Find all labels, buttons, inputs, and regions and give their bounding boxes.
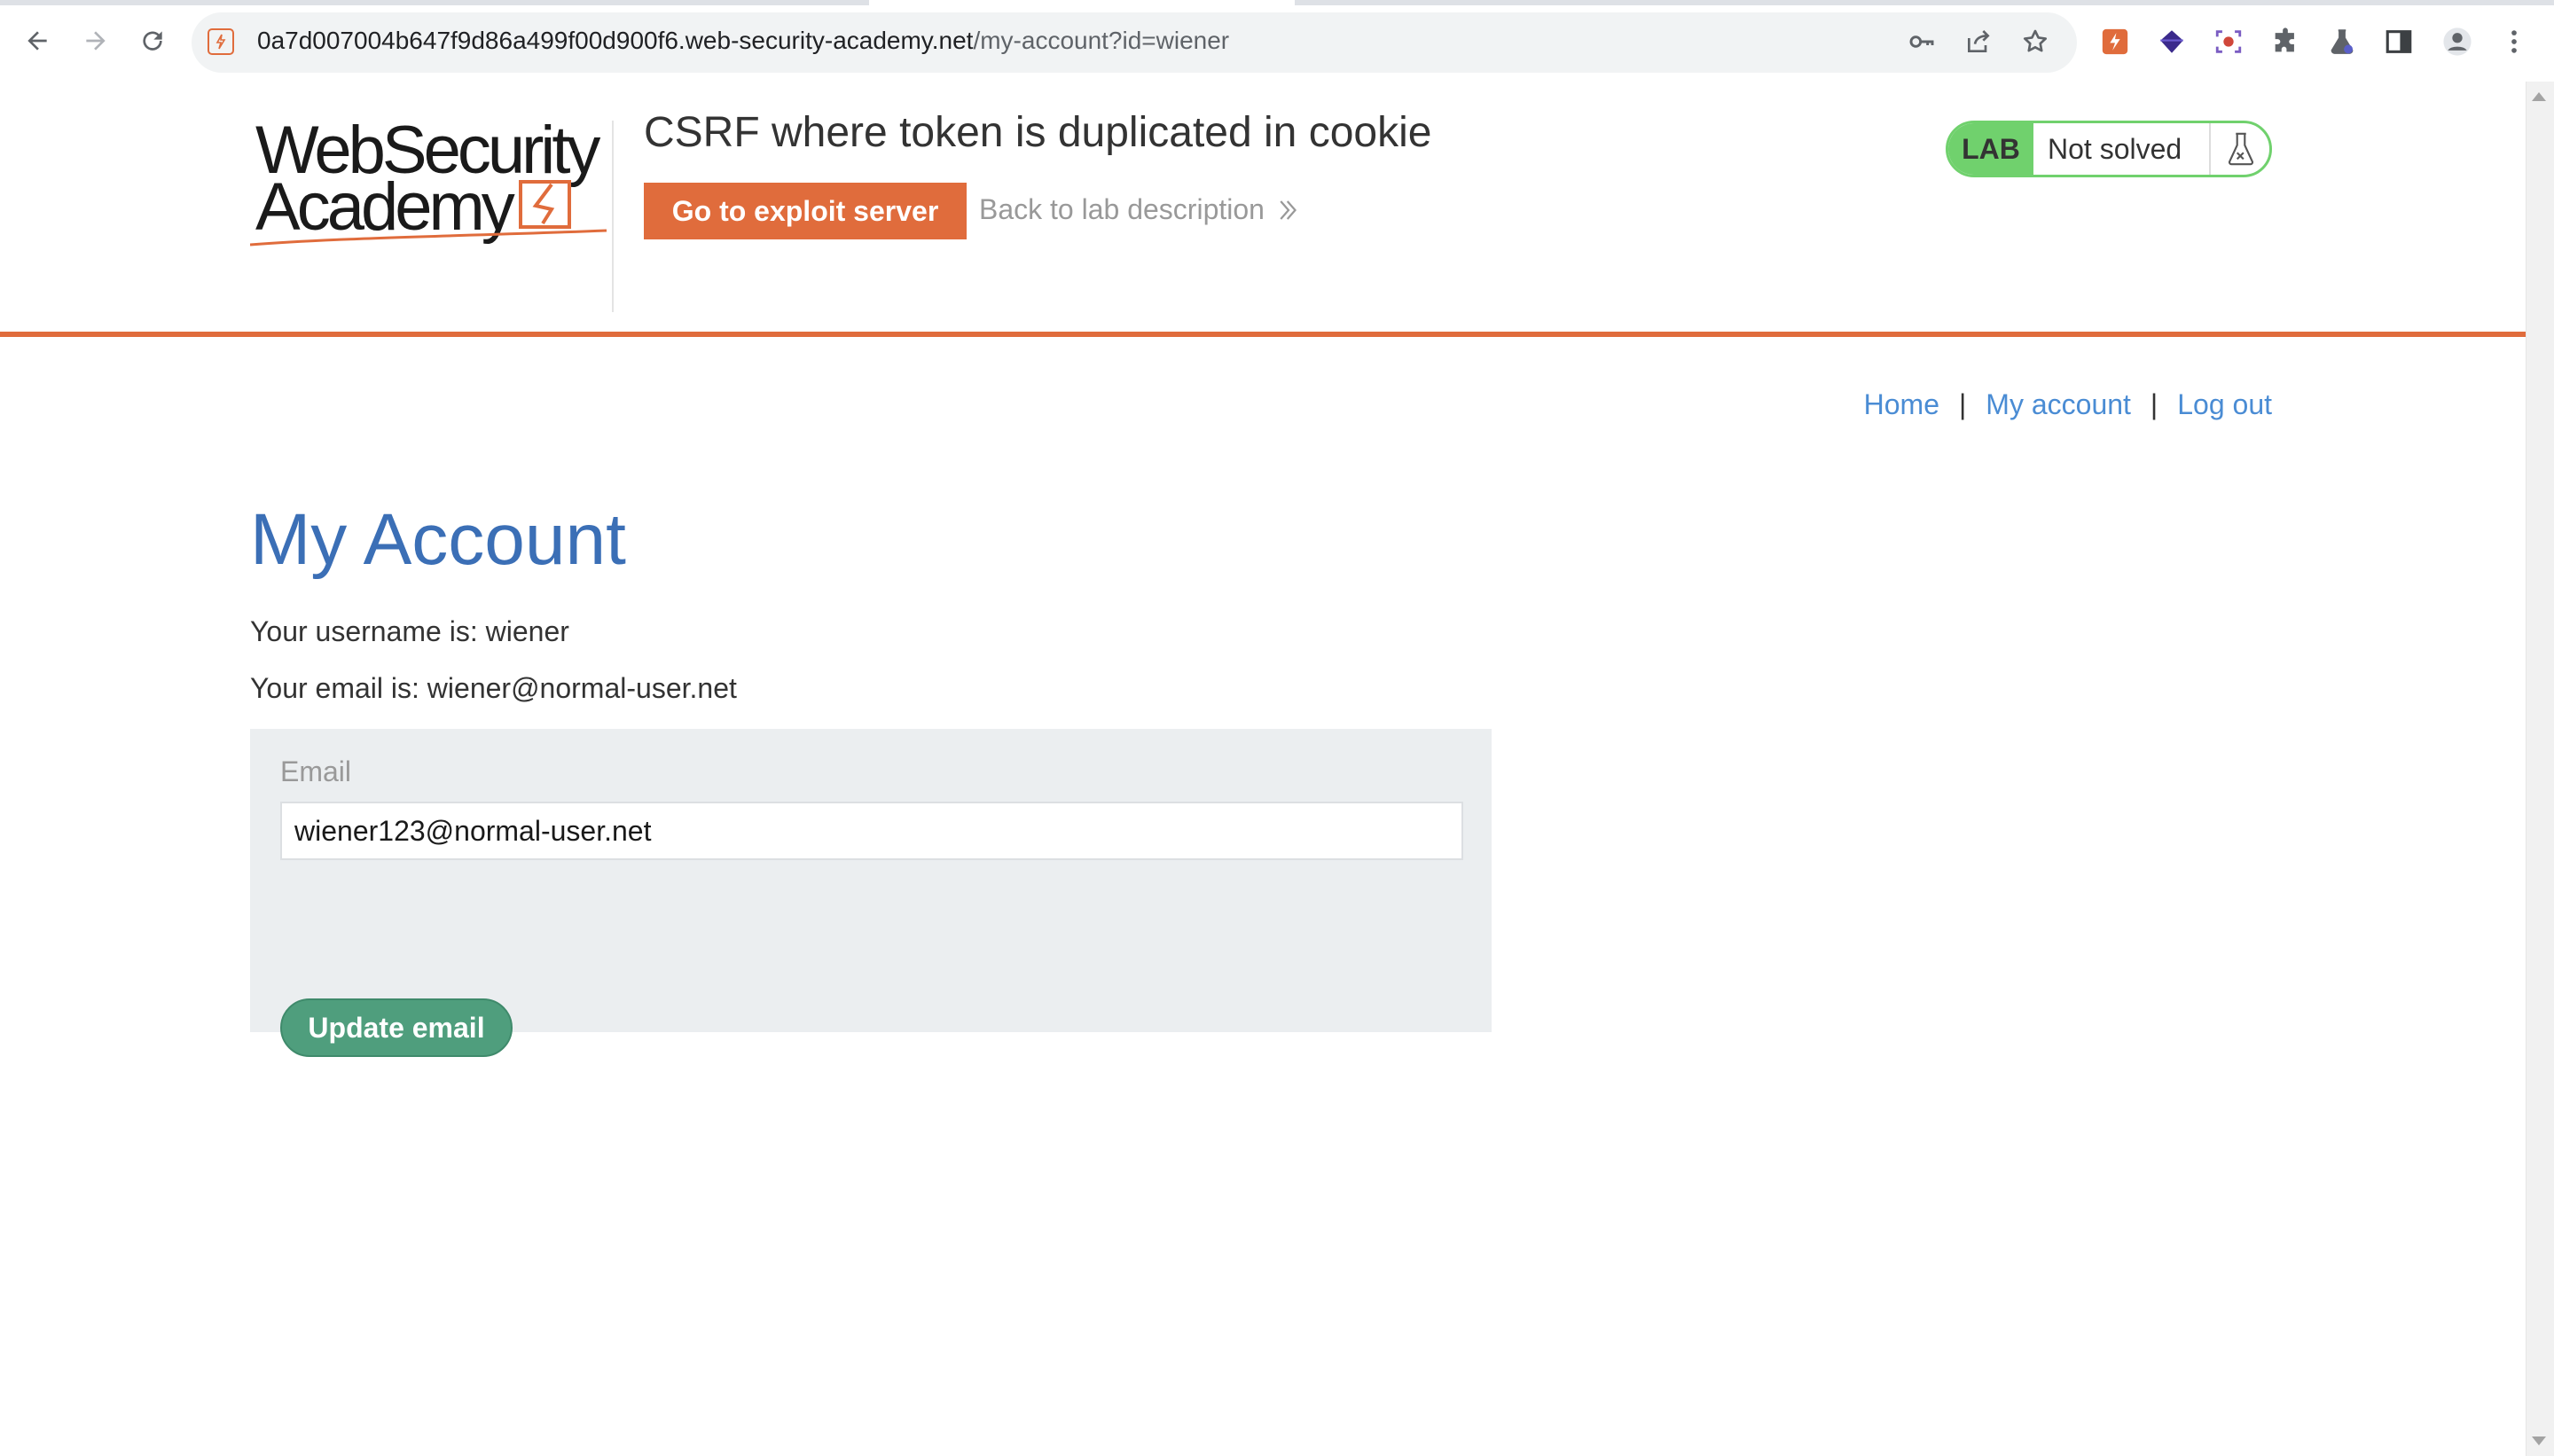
- flask-extension-icon[interactable]: [2325, 25, 2359, 59]
- flask-icon: [2209, 123, 2269, 175]
- lightning-icon: [208, 28, 234, 55]
- url-text[interactable]: 0a7d007004b647f9d86a499f00d900f6.web-sec…: [257, 27, 1229, 55]
- burp-extension-icon[interactable]: [2098, 25, 2132, 59]
- nav-home-link[interactable]: Home: [1864, 388, 1939, 421]
- puzzle-icon[interactable]: [2268, 25, 2302, 59]
- screen-capture-extension-icon[interactable]: [2212, 25, 2245, 59]
- account-nav: Home | My account | Log out: [1864, 388, 2272, 421]
- scroll-down-arrow-icon[interactable]: [2532, 1436, 2546, 1445]
- url-host: 0a7d007004b647f9d86a499f00d900f6.web-sec…: [257, 27, 974, 54]
- side-panel-icon[interactable]: [2382, 25, 2416, 59]
- nav-separator: |: [2150, 388, 2158, 420]
- academy-logo[interactable]: WebSecurity Academy: [250, 115, 614, 248]
- nav-logout-link[interactable]: Log out: [2177, 388, 2272, 421]
- email-field[interactable]: [280, 802, 1463, 860]
- lab-status-text: Not solved: [2048, 132, 2182, 165]
- profile-icon[interactable]: [2440, 25, 2474, 59]
- key-icon[interactable]: [1905, 25, 1939, 59]
- change-email-form: Email: [250, 729, 1492, 1032]
- lab-title: CSRF where token is duplicated in cookie: [644, 109, 1432, 156]
- diamond-extension-icon[interactable]: [2155, 25, 2189, 59]
- url-path: /my-account?id=wiener: [973, 27, 1230, 54]
- back-link-label: Back to lab description: [979, 193, 1265, 225]
- tab-strip: [0, 0, 869, 5]
- browser-toolbar: 0a7d007004b647f9d86a499f00d900f6.web-sec…: [0, 0, 2554, 82]
- nav-my-account-link[interactable]: My account: [1986, 388, 2131, 421]
- page-title: My Account: [250, 499, 626, 580]
- email-label: Email: [280, 755, 352, 787]
- forward-arrow-icon[interactable]: [78, 23, 114, 59]
- double-chevron-right-icon: [1280, 200, 1297, 220]
- scroll-up-arrow-icon[interactable]: [2532, 92, 2546, 101]
- tab-strip: [1295, 0, 2554, 5]
- back-arrow-icon[interactable]: [20, 23, 55, 59]
- lab-badge: LAB: [1948, 123, 2033, 175]
- back-to-description-link[interactable]: Back to lab description: [979, 193, 1302, 226]
- logo-lightning-icon: [250, 180, 607, 247]
- header-divider: [612, 121, 614, 312]
- star-icon[interactable]: [2018, 25, 2052, 59]
- nav-separator: |: [1958, 388, 1967, 420]
- email-text: Your email is: wiener@normal-user.net: [250, 672, 737, 704]
- header-rule: [0, 332, 2526, 337]
- page-scrollbar[interactable]: [2526, 82, 2554, 1456]
- page-viewport: WebSecurity Academy CSRF where token is …: [0, 82, 2526, 1456]
- lab-status-widget: LAB Not solved: [1946, 121, 2272, 177]
- lab-header: WebSecurity Academy CSRF where token is …: [0, 82, 2526, 335]
- update-email-button[interactable]: Update email: [280, 998, 513, 1057]
- kebab-menu-icon[interactable]: [2497, 25, 2531, 59]
- exploit-server-button[interactable]: Go to exploit server: [644, 183, 967, 239]
- username-text: Your username is: wiener: [250, 615, 569, 647]
- share-icon[interactable]: [1962, 25, 1995, 59]
- reload-icon[interactable]: [135, 23, 170, 59]
